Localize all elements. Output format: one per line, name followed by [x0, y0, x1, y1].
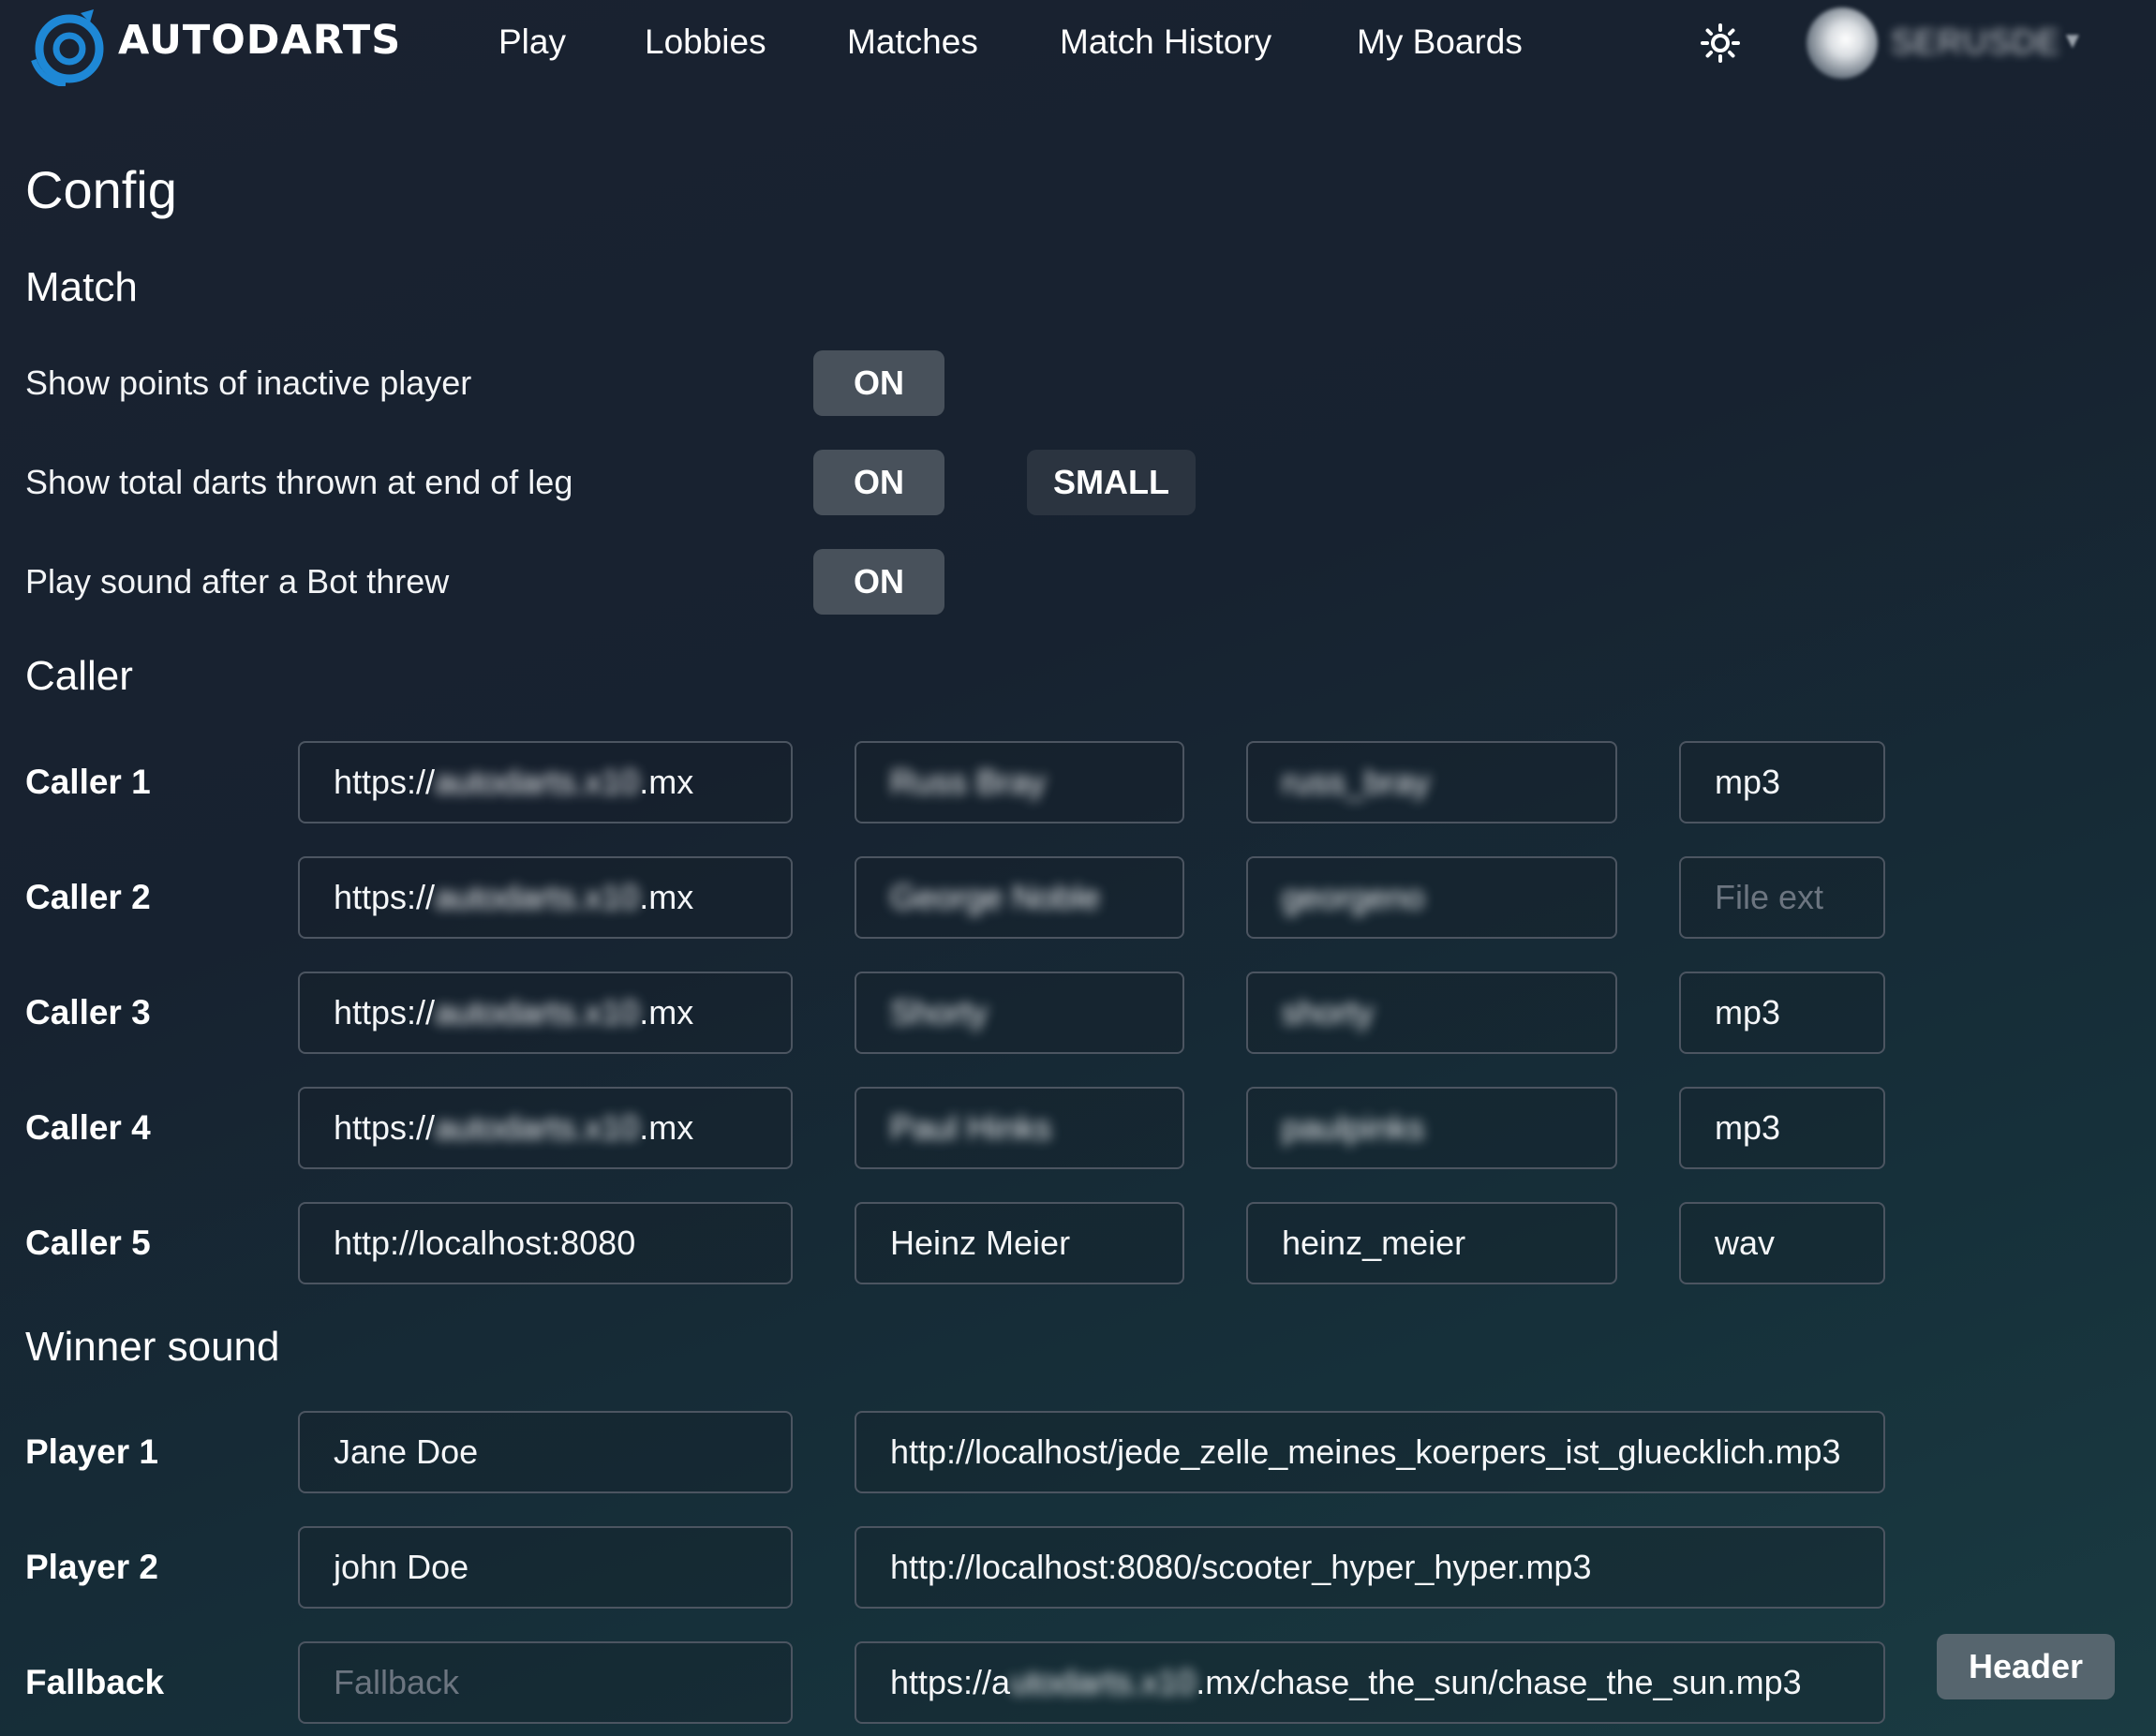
chevron-down-icon[interactable]: ▼	[2061, 28, 2084, 54]
setting-label-total-darts: Show total darts thrown at end of leg	[25, 463, 573, 501]
caller-url-input[interactable]: https://autodarts.x10.mx	[298, 972, 793, 1054]
caller-id-input[interactable]: heinz_meier	[1246, 1202, 1617, 1284]
winner-name-input[interactable]: john Doe	[298, 1526, 793, 1609]
caller-url-input[interactable]: https://autodarts.x10.mx	[298, 1087, 793, 1169]
nav-link-match-history[interactable]: Match History	[1060, 22, 1271, 62]
page-title: Config	[25, 160, 177, 219]
caller-id-input[interactable]: shorty	[1246, 972, 1617, 1054]
size-toggle-total-darts[interactable]: SMALL	[1027, 450, 1196, 515]
section-heading-caller: Caller	[25, 653, 133, 699]
toggle-total-darts[interactable]: ON	[813, 450, 944, 515]
brand-name[interactable]: AUTODARTS	[118, 17, 401, 64]
toggle-inactive-points[interactable]: ON	[813, 350, 944, 416]
caller-id-input[interactable]: russ_bray	[1246, 741, 1617, 823]
winner-name-input[interactable]: Jane Doe	[298, 1411, 793, 1493]
fallback-name-input[interactable]: Fallback	[298, 1641, 793, 1724]
nav-link-my-boards[interactable]: My Boards	[1357, 22, 1523, 62]
caller-label: Caller 4	[25, 1108, 151, 1147]
target-logo-icon	[31, 9, 104, 86]
caller-url-input[interactable]: https://autodarts.x10.mx	[298, 856, 793, 939]
setting-label-bot-sound: Play sound after a Bot threw	[25, 562, 450, 601]
caller-name-input[interactable]: Paul Hinks	[855, 1087, 1184, 1169]
caller-label: Caller 1	[25, 763, 151, 801]
winner-player-label: Player 2	[25, 1548, 158, 1586]
winner-sound-url-input[interactable]: http://localhost:8080/scooter_hyper_hype…	[855, 1526, 1885, 1609]
caller-name-input[interactable]: George Noble	[855, 856, 1184, 939]
top-nav: AUTODARTS Play Lobbies Matches Match His…	[0, 0, 2156, 94]
caller-ext-input[interactable]: wav	[1679, 1202, 1885, 1284]
logo[interactable]	[24, 6, 105, 86]
caller-id-input[interactable]: georgeno	[1246, 856, 1617, 939]
winner-player-label: Player 1	[25, 1432, 158, 1471]
caller-name-input[interactable]: Heinz Meier	[855, 1202, 1184, 1284]
caller-ext-input[interactable]: File ext	[1679, 856, 1885, 939]
toggle-bot-sound[interactable]: ON	[813, 549, 944, 615]
caller-ext-input[interactable]: mp3	[1679, 741, 1885, 823]
setting-label-inactive-points: Show points of inactive player	[25, 364, 472, 402]
nav-link-matches[interactable]: Matches	[847, 22, 978, 62]
winner-fallback-label: Fallback	[25, 1663, 165, 1701]
caller-url-input[interactable]: https://autodarts.x10.mx	[298, 741, 793, 823]
caller-id-input[interactable]: paulpinks	[1246, 1087, 1617, 1169]
caller-url-input[interactable]: http://localhost:8080	[298, 1202, 793, 1284]
sun-icon[interactable]	[1701, 23, 1740, 63]
caller-label: Caller 3	[25, 993, 151, 1031]
section-heading-match: Match	[25, 264, 138, 310]
caller-name-input[interactable]: Russ Bray	[855, 741, 1184, 823]
nav-link-play[interactable]: Play	[498, 22, 566, 62]
section-heading-winner-sound: Winner sound	[25, 1324, 280, 1370]
nav-link-lobbies[interactable]: Lobbies	[645, 22, 766, 62]
fallback-sound-url-input[interactable]: https://autodarts.x10.mx/chase_the_sun/c…	[855, 1641, 1885, 1724]
header-button[interactable]: Header	[1937, 1634, 2115, 1699]
avatar[interactable]	[1807, 7, 1878, 79]
caller-ext-input[interactable]: mp3	[1679, 1087, 1885, 1169]
username[interactable]: SERUSDE	[1891, 22, 2060, 62]
caller-name-input[interactable]: Shorty	[855, 972, 1184, 1054]
caller-label: Caller 5	[25, 1224, 151, 1262]
caller-ext-input[interactable]: mp3	[1679, 972, 1885, 1054]
caller-label: Caller 2	[25, 878, 151, 916]
winner-sound-url-input[interactable]: http://localhost/jede_zelle_meines_koerp…	[855, 1411, 1885, 1493]
